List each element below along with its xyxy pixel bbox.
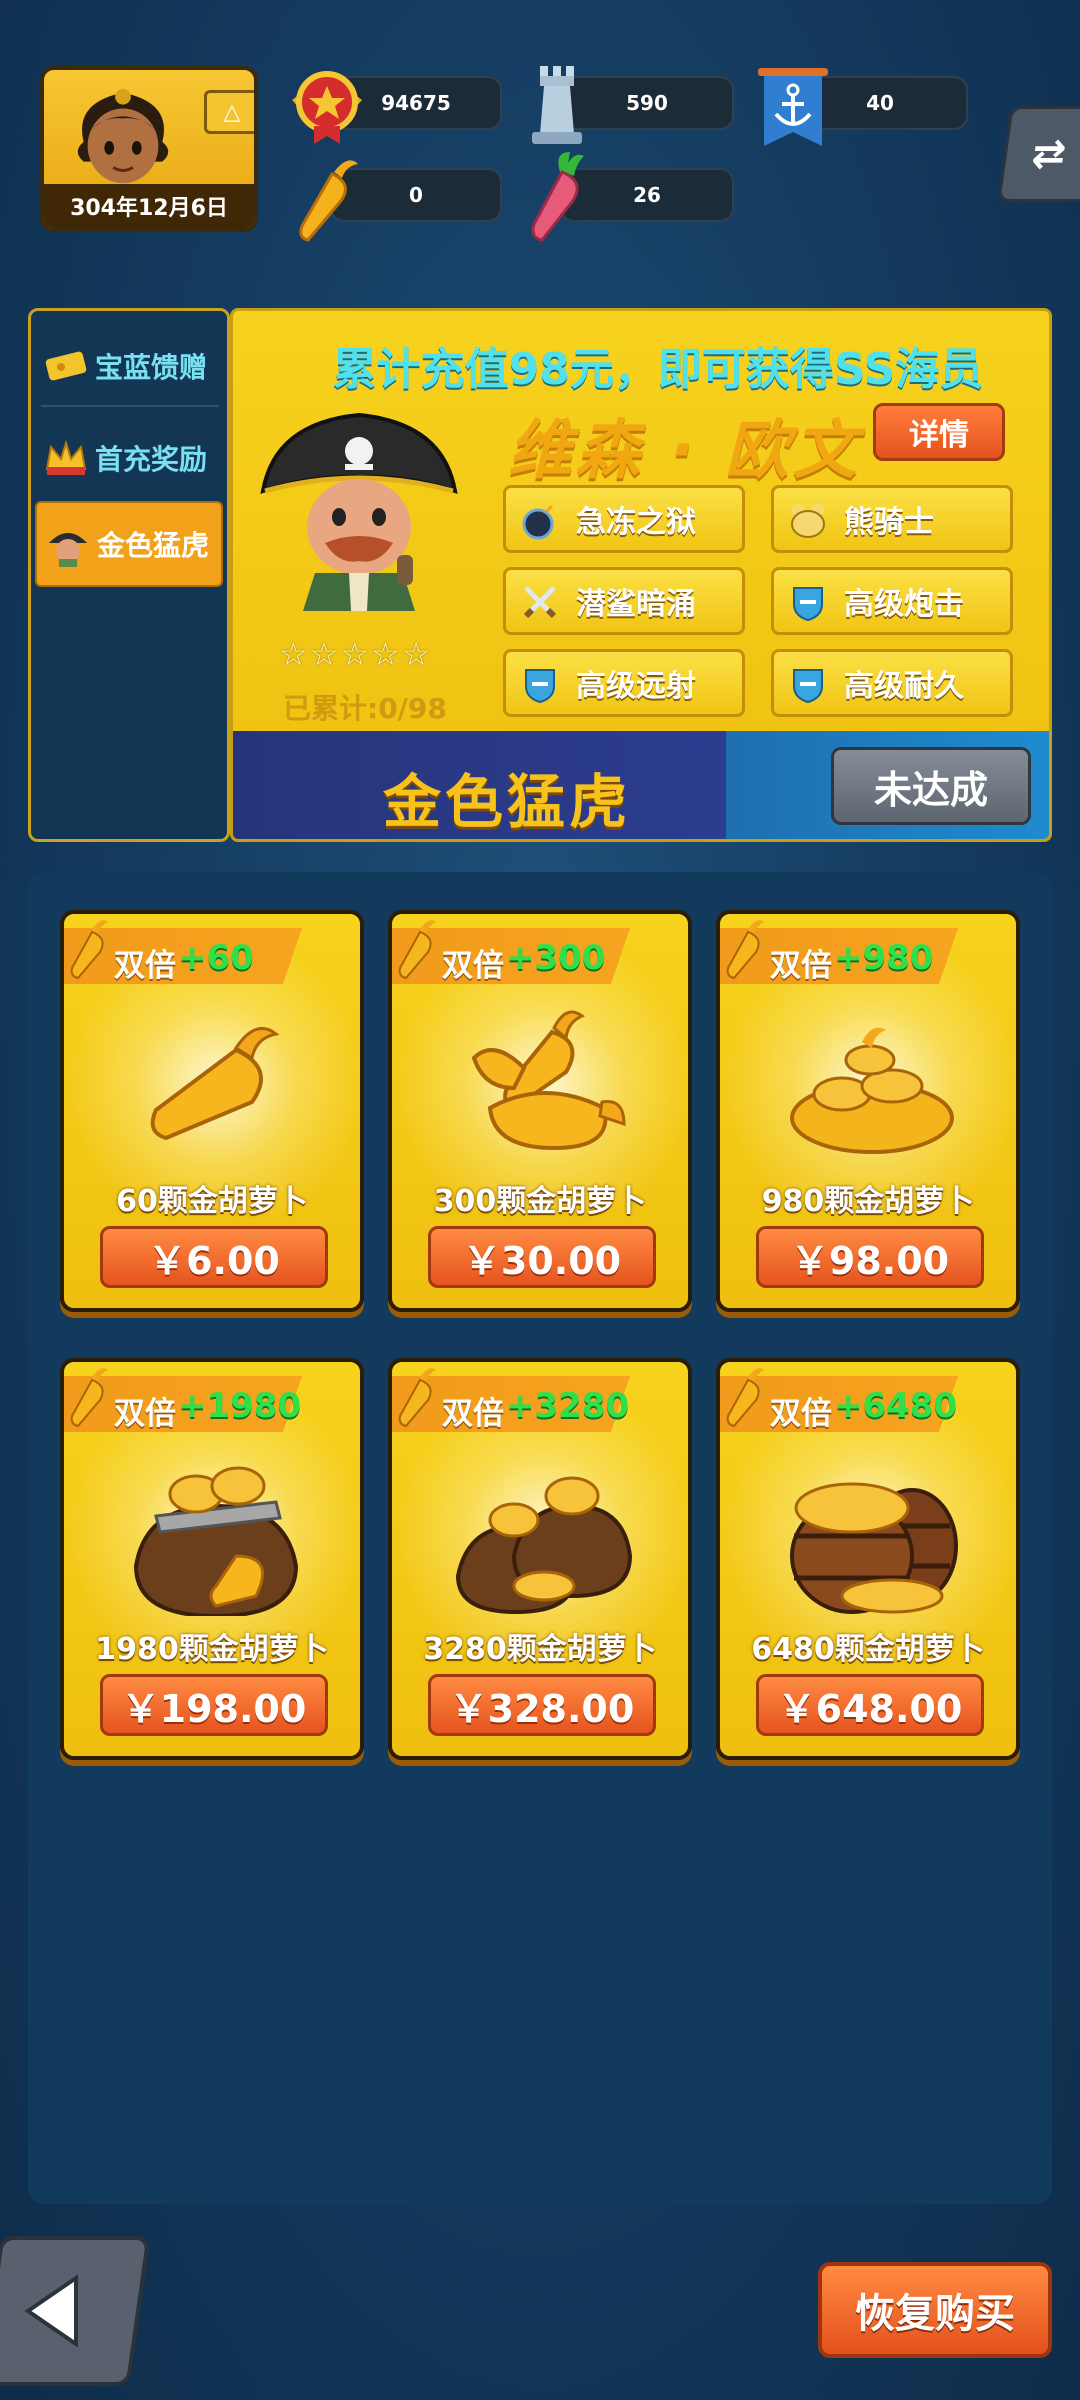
sidebar-item-label: 首充奖励	[95, 443, 208, 476]
gold-carrot-icon	[726, 920, 764, 980]
item-name: 60颗金胡萝卜	[116, 1184, 308, 1219]
buy-button[interactable]: ￥648.00	[756, 1674, 984, 1736]
player-avatar[interactable]: △ 304年12月6日	[40, 66, 258, 232]
buy-button[interactable]: ￥328.00	[428, 1674, 656, 1736]
carrot-sack-art	[133, 1466, 299, 1616]
swap-button[interactable]: ⇄	[997, 106, 1080, 202]
promo-sidebar: 宝蓝馈赠 首充奖励 金色猛虎	[28, 308, 230, 842]
gold-carrot-pile-art	[790, 1027, 954, 1154]
skill-badge[interactable]: 急冻之狱	[503, 485, 745, 553]
banner-title: 金色猛虎	[383, 768, 632, 836]
shop-item-card[interactable]: 双倍 +1980 1980颗金胡萝卜 ￥198.00	[60, 1358, 364, 1760]
bonus-amount: +3280	[506, 1386, 630, 1426]
sidebar-item-first-charge[interactable]: 首充奖励	[35, 415, 223, 501]
buy-button[interactable]: ￥6.00	[100, 1226, 328, 1288]
double-label: 双倍	[442, 948, 504, 984]
carrot-sacks-art	[455, 1476, 633, 1615]
gold-carrot-single-art	[150, 1026, 280, 1141]
pirate-icon	[49, 533, 87, 567]
item-name: 1980颗金胡萝卜	[95, 1632, 329, 1667]
recharge-progress: 已累计:0/98	[283, 692, 447, 725]
shield-icon	[793, 669, 823, 704]
claim-status-button[interactable]: 未达成	[831, 747, 1031, 825]
skill-badge[interactable]: 高级炮击	[771, 567, 1013, 635]
medal-icon	[292, 71, 362, 144]
shop-item-card[interactable]: 双倍 +980 980颗金胡萝卜 ￥98.00	[716, 910, 1020, 1312]
hero-name: 维森 · 欧文	[508, 414, 861, 488]
swap-arrows-icon: ⇄	[1029, 131, 1069, 177]
anchor-flag-icon	[758, 68, 828, 146]
rank-badge-icon: △	[204, 90, 254, 134]
skill-label: 高级炮击	[844, 587, 964, 622]
item-name: 6480颗金胡萝卜	[751, 1632, 985, 1667]
skill-label: 熊骑士	[844, 505, 934, 540]
skill-badge[interactable]: 高级耐久	[771, 649, 1013, 717]
skill-badge[interactable]: 潜鲨暗涌	[503, 567, 745, 635]
red-carrot-icon	[531, 152, 584, 242]
back-arrow-icon	[24, 2274, 78, 2348]
shop-item-card[interactable]: 双倍 +300 300颗金胡萝卜 ￥30.00	[388, 910, 692, 1312]
skill-label: 高级远射	[576, 669, 696, 704]
double-label: 双倍	[770, 948, 832, 984]
skill-label: 高级耐久	[844, 669, 964, 704]
gold-carrot-icon	[70, 1368, 108, 1428]
star-rating: ☆☆☆☆☆	[279, 635, 433, 673]
double-label: 双倍	[114, 948, 176, 984]
shield-icon	[525, 669, 555, 704]
sidebar-item-gift[interactable]: 宝蓝馈赠	[35, 323, 223, 409]
promo-headline: 累计充值98元，即可获得SS海员	[332, 344, 984, 395]
gold-carrot-icon	[70, 920, 108, 980]
tower-icon	[532, 66, 582, 144]
details-button[interactable]: 详情	[873, 403, 1005, 461]
double-label: 双倍	[770, 1396, 832, 1432]
divider	[41, 405, 219, 407]
shop-item-card[interactable]: 双倍 +60 60颗金胡萝卜 ￥6.00	[60, 910, 364, 1312]
bonus-amount: +6480	[834, 1386, 958, 1426]
gold-carrot-bundle-art	[471, 1010, 626, 1151]
item-name: 3280颗金胡萝卜	[423, 1632, 657, 1667]
item-name: 980颗金胡萝卜	[761, 1184, 975, 1219]
skill-badge[interactable]: 高级远射	[503, 649, 745, 717]
skill-label: 潜鲨暗涌	[576, 587, 696, 622]
buy-button[interactable]: ￥30.00	[428, 1226, 656, 1288]
restore-purchase-button[interactable]: 恢复购买	[818, 2262, 1052, 2358]
item-name: 300颗金胡萝卜	[433, 1184, 647, 1219]
avatar-portrait	[77, 88, 169, 184]
bear-icon	[791, 504, 825, 538]
gold-carrot-icon	[398, 920, 436, 980]
bomb-icon	[522, 504, 554, 540]
gold-carrot-icon	[299, 160, 358, 242]
double-label: 双倍	[442, 1396, 504, 1432]
pirate-captain-portrait	[260, 412, 458, 611]
game-date: 304年12月6日	[44, 184, 254, 228]
bonus-amount: +300	[506, 938, 606, 978]
double-label: 双倍	[114, 1396, 176, 1432]
carrot-barrels-art	[790, 1482, 958, 1614]
bonus-amount: +60	[178, 938, 254, 978]
swords-icon	[523, 586, 557, 619]
skill-label: 急冻之狱	[576, 505, 696, 540]
sidebar-item-label: 宝蓝馈赠	[95, 351, 208, 384]
sidebar-item-golden-tiger[interactable]: 金色猛虎	[35, 501, 223, 587]
shop-item-card[interactable]: 双倍 +6480 6480颗金胡萝卜 ￥648.00	[716, 1358, 1020, 1760]
promo-panel: 累计充值98元，即可获得SS海员 维森 · 欧文 详情 ☆☆☆☆☆ 已累计:0/…	[230, 308, 1052, 842]
shield-icon	[793, 587, 823, 622]
buy-button[interactable]: ￥198.00	[100, 1674, 328, 1736]
bonus-amount: +1980	[178, 1386, 302, 1426]
gold-carrot-icon	[726, 1368, 764, 1428]
buy-button[interactable]: ￥98.00	[756, 1226, 984, 1288]
shop-item-card[interactable]: 双倍 +3280 3280颗金胡萝卜 ￥328.00	[388, 1358, 692, 1760]
ticket-icon	[45, 351, 87, 381]
bonus-amount: +980	[834, 938, 934, 978]
sidebar-item-label: 金色猛虎	[97, 529, 210, 562]
gold-carrot-icon	[398, 1368, 436, 1428]
crown-icon	[45, 439, 87, 475]
skill-badge[interactable]: 熊骑士	[771, 485, 1013, 553]
